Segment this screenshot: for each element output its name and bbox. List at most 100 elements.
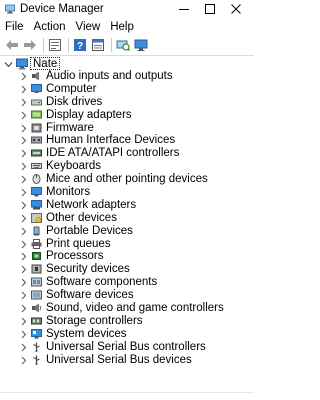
storage-controller-icon — [31, 317, 42, 325]
device-category-row[interactable]: Human Interface Devices — [0, 134, 254, 147]
chevron-right-icon[interactable] — [20, 304, 27, 313]
menu-help[interactable]: Help — [105, 19, 139, 35]
menu-view[interactable]: View — [71, 19, 106, 35]
chevron-right-icon[interactable] — [20, 149, 27, 158]
chevron-right-icon[interactable] — [20, 136, 27, 145]
device-category-row[interactable]: Processors — [0, 250, 254, 263]
device-category-row[interactable]: Print queues — [0, 238, 254, 251]
sound-controller-icon — [32, 303, 42, 313]
device-category-row[interactable]: Audio inputs and outputs — [0, 70, 254, 83]
device-category-label: Computer — [46, 82, 97, 95]
maximize-button[interactable] — [198, 0, 222, 18]
device-category-row[interactable]: Universal Serial Bus devices — [0, 354, 254, 367]
network-adapter-icon — [31, 199, 42, 210]
disk-drive-icon — [31, 99, 42, 106]
mouse-icon — [32, 174, 41, 185]
chevron-right-icon[interactable] — [20, 72, 27, 81]
close-icon — [231, 4, 241, 14]
software-device-icon — [31, 290, 42, 300]
chevron-right-icon[interactable] — [20, 278, 27, 287]
device-category-row[interactable]: Network adapters — [0, 199, 254, 212]
device-category-row[interactable]: System devices — [0, 328, 254, 341]
device-category-row[interactable]: Other devices — [0, 212, 254, 225]
chevron-right-icon[interactable] — [20, 291, 27, 300]
device-category-row[interactable]: Monitors — [0, 186, 254, 199]
device-category-label: System devices — [46, 327, 127, 340]
chevron-right-icon[interactable] — [20, 214, 27, 223]
device-category-label: Human Interface Devices — [46, 134, 176, 147]
minimize-button[interactable] — [172, 0, 196, 18]
device-category-row[interactable]: Security devices — [0, 263, 254, 276]
device-tree: Nate Audio inputs and outputs Computer Dis… — [0, 57, 254, 387]
device-category-row[interactable]: Display adapters — [0, 109, 254, 122]
firmware-icon — [31, 123, 42, 133]
device-category-row[interactable]: Computer — [0, 83, 254, 96]
close-button[interactable] — [224, 0, 248, 18]
forward-button[interactable] — [22, 37, 38, 53]
device-category-label: Mice and other pointing devices — [46, 173, 208, 186]
device-category-row[interactable]: Universal Serial Bus controllers — [0, 341, 254, 354]
device-category-label: Security devices — [46, 263, 130, 276]
minimize-icon — [179, 9, 189, 10]
help-icon: ? — [74, 39, 86, 52]
device-category-row[interactable]: Firmware — [0, 122, 254, 135]
chevron-right-icon[interactable] — [20, 330, 27, 339]
chevron-right-icon[interactable] — [20, 85, 27, 94]
chevron-right-icon[interactable] — [20, 356, 27, 365]
printer-icon — [31, 238, 42, 249]
device-category-list: Audio inputs and outputs Computer Disk dri… — [0, 70, 254, 366]
menu-file[interactable]: File — [0, 19, 29, 35]
monitor-button[interactable] — [133, 37, 149, 53]
menu-bar: File Action View Help — [0, 19, 254, 35]
usb-icon — [33, 342, 40, 352]
chevron-right-icon[interactable] — [20, 201, 27, 210]
device-category-row[interactable]: Storage controllers — [0, 315, 254, 328]
back-button[interactable] — [4, 37, 20, 53]
menu-action[interactable]: Action — [29, 19, 71, 35]
chevron-right-icon[interactable] — [20, 162, 27, 171]
device-category-row[interactable]: IDE ATA/ATAPI controllers — [0, 147, 254, 160]
device-category-row[interactable]: Sound, video and game controllers — [0, 302, 254, 315]
tree-root-label: Nate — [30, 57, 61, 70]
chevron-right-icon[interactable] — [20, 265, 27, 274]
chevron-down-icon[interactable] — [4, 60, 13, 69]
chevron-right-icon[interactable] — [20, 124, 27, 133]
device-category-label: Software components — [46, 276, 158, 289]
window-title: Device Manager — [20, 3, 104, 15]
chevron-right-icon[interactable] — [20, 98, 27, 107]
processor-icon — [32, 252, 41, 261]
device-category-row[interactable]: Software devices — [0, 289, 254, 302]
device-category-label: Storage controllers — [46, 314, 143, 327]
scan-hardware-button[interactable] — [115, 37, 131, 53]
device-category-label: Monitors — [46, 186, 91, 199]
unknown-device-icon — [31, 212, 42, 223]
device-category-row[interactable]: Disk drives — [0, 96, 254, 109]
chevron-right-icon[interactable] — [20, 111, 27, 120]
title-bar[interactable]: Device Manager — [0, 0, 254, 18]
device-category-row[interactable]: Portable Devices — [0, 225, 254, 238]
software-component-icon — [31, 277, 42, 287]
chevron-right-icon[interactable] — [20, 252, 27, 261]
device-category-label: Software devices — [46, 289, 134, 302]
device-category-row[interactable]: Keyboards — [0, 160, 254, 173]
chevron-right-icon[interactable] — [20, 317, 27, 326]
properties-sheet-button[interactable] — [90, 37, 106, 53]
computer-icon — [31, 83, 42, 93]
device-category-label: Universal Serial Bus controllers — [46, 340, 206, 353]
device-category-label: Audio inputs and outputs — [46, 70, 173, 82]
portable-device-icon — [33, 226, 40, 236]
chevron-right-icon[interactable] — [20, 175, 27, 184]
device-category-row[interactable]: Software components — [0, 276, 254, 289]
scan-hardware-icon — [116, 40, 130, 52]
device-category-label: Keyboards — [46, 160, 101, 173]
help-button[interactable]: ? — [72, 37, 88, 53]
device-category-row[interactable]: Mice and other pointing devices — [0, 173, 254, 186]
properties-button[interactable] — [47, 37, 63, 53]
chevron-right-icon[interactable] — [20, 227, 27, 236]
chevron-right-icon[interactable] — [20, 240, 27, 249]
chevron-right-icon[interactable] — [20, 343, 27, 352]
device-category-label: Processors — [46, 250, 104, 263]
chevron-right-icon[interactable] — [20, 188, 27, 197]
device-category-label: Network adapters — [46, 198, 137, 211]
device-category-label: Firmware — [46, 121, 94, 134]
